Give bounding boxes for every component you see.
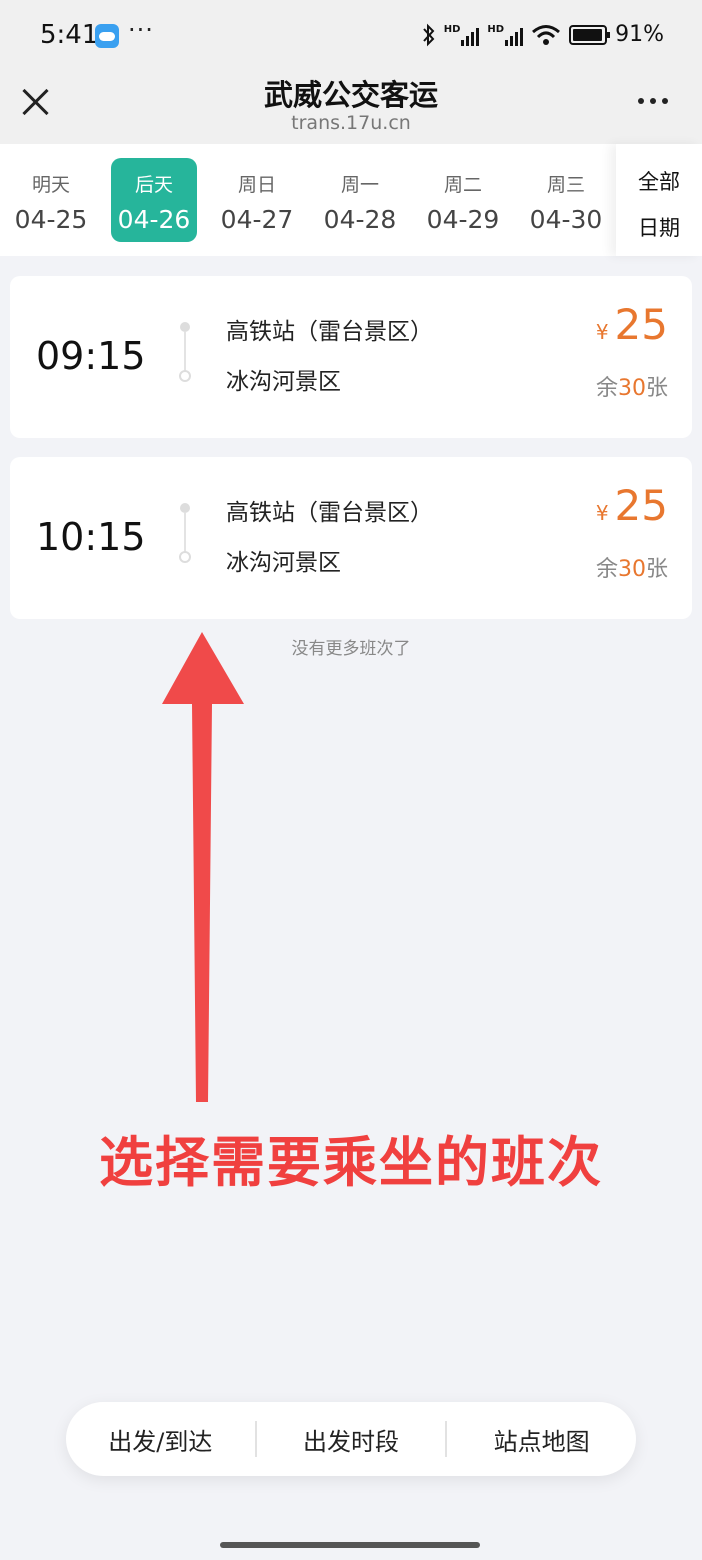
trip-to-stop: 冰沟河景区 bbox=[226, 550, 341, 576]
route-start-dot bbox=[180, 322, 190, 332]
status-more-icon: ··· bbox=[128, 16, 154, 44]
trip-seats-left: 余30张 bbox=[596, 370, 668, 402]
date-tab-5[interactable]: 周三 04-30 bbox=[523, 158, 609, 242]
route-start-dot bbox=[180, 503, 190, 513]
date-tab-label: 周三 bbox=[546, 174, 585, 196]
date-tab-date: 04-27 bbox=[220, 205, 294, 234]
trip-departure-time: 10:15 bbox=[36, 515, 146, 559]
filter-departure-time[interactable]: 出发时段 bbox=[257, 1422, 446, 1457]
route-line bbox=[184, 332, 186, 372]
trip-card[interactable]: 09:15 高铁站（雷台景区） 冰沟河景区 ¥25 余30张 bbox=[10, 276, 692, 438]
date-tab-0[interactable]: 明天 04-25 bbox=[8, 158, 94, 242]
seats-count: 30 bbox=[617, 376, 646, 401]
currency-symbol: ¥ bbox=[595, 501, 609, 525]
no-more-trips-text: 没有更多班次了 bbox=[291, 639, 411, 659]
date-tab-date: 04-26 bbox=[117, 205, 191, 234]
seats-count: 30 bbox=[617, 557, 646, 582]
price-amount: 25 bbox=[614, 481, 668, 530]
status-bar: 5:41 ··· HD HD 91% bbox=[0, 0, 702, 72]
all-dates-line1: 全部 bbox=[638, 170, 680, 194]
signal-icon-2: HD bbox=[487, 23, 524, 46]
date-tab-date: 04-30 bbox=[529, 205, 603, 234]
battery-percent: 91% bbox=[615, 22, 664, 47]
date-tab-4[interactable]: 周二 04-29 bbox=[420, 158, 506, 242]
status-indicators: HD HD 91% bbox=[422, 22, 664, 47]
price-amount: 25 bbox=[614, 300, 668, 349]
trip-seats-left: 余30张 bbox=[596, 551, 668, 583]
seats-prefix: 余 bbox=[595, 376, 618, 401]
filter-departure-arrival[interactable]: 出发/到达 bbox=[66, 1422, 255, 1457]
route-end-dot bbox=[179, 551, 191, 563]
date-tab-3[interactable]: 周一 04-28 bbox=[317, 158, 403, 242]
status-time: 5:41 bbox=[40, 20, 99, 50]
battery-icon bbox=[569, 24, 611, 45]
home-indicator[interactable] bbox=[220, 1542, 480, 1548]
date-tab-label: 后天 bbox=[134, 174, 173, 196]
wifi-icon bbox=[532, 24, 561, 45]
trip-from-stop: 高铁站（雷台景区） bbox=[226, 500, 433, 526]
signal-icon-1: HD bbox=[444, 24, 480, 46]
seats-suffix: 张 bbox=[645, 557, 668, 582]
hd-label-2: HD bbox=[487, 23, 505, 35]
currency-symbol: ¥ bbox=[595, 320, 609, 344]
header: 武威公交客运 trans.17u.cn bbox=[0, 72, 702, 144]
date-tab-label: 明天 bbox=[31, 174, 70, 196]
trip-from-stop: 高铁站（雷台景区） bbox=[226, 319, 433, 345]
date-tab-label: 周日 bbox=[237, 174, 276, 196]
filter-station-map[interactable]: 站点地图 bbox=[447, 1422, 636, 1457]
cloud-app-icon bbox=[95, 24, 119, 48]
date-selector: 明天 04-25 后天 04-26 周日 04-27 周一 04-28 周二 0… bbox=[0, 144, 702, 256]
route-end-dot bbox=[179, 370, 191, 382]
route-line bbox=[184, 513, 186, 553]
bluetooth-icon bbox=[423, 23, 435, 46]
date-tab-label: 周二 bbox=[443, 174, 482, 196]
page-title: 武威公交客运 bbox=[263, 78, 438, 112]
page-url: trans.17u.cn bbox=[291, 112, 411, 134]
date-tab-date: 04-28 bbox=[323, 205, 397, 234]
date-tab-1[interactable]: 后天 04-26 bbox=[111, 158, 197, 242]
bottom-filter-bar: 出发/到达 出发时段 站点地图 bbox=[66, 1402, 636, 1476]
seats-suffix: 张 bbox=[645, 376, 668, 401]
instruction-annotation: 选择需要乘坐的班次 bbox=[99, 1131, 603, 1194]
all-dates-button[interactable]: 全部 日期 bbox=[616, 144, 702, 256]
date-tab-2[interactable]: 周日 04-27 bbox=[214, 158, 300, 242]
all-dates-line2: 日期 bbox=[638, 216, 680, 240]
hd-label-1: HD bbox=[443, 23, 461, 35]
date-tab-label: 周一 bbox=[340, 174, 379, 196]
trip-price: ¥25 bbox=[596, 300, 668, 349]
date-tab-date: 04-25 bbox=[14, 205, 88, 234]
trip-price: ¥25 bbox=[596, 481, 668, 530]
arrow-up-icon bbox=[162, 632, 244, 1102]
seats-prefix: 余 bbox=[595, 557, 618, 582]
more-options-icon[interactable] bbox=[638, 98, 668, 104]
trip-departure-time: 09:15 bbox=[36, 334, 146, 378]
trip-card[interactable]: 10:15 高铁站（雷台景区） 冰沟河景区 ¥25 余30张 bbox=[10, 457, 692, 619]
trip-to-stop: 冰沟河景区 bbox=[226, 369, 341, 395]
date-tab-date: 04-29 bbox=[426, 205, 500, 234]
